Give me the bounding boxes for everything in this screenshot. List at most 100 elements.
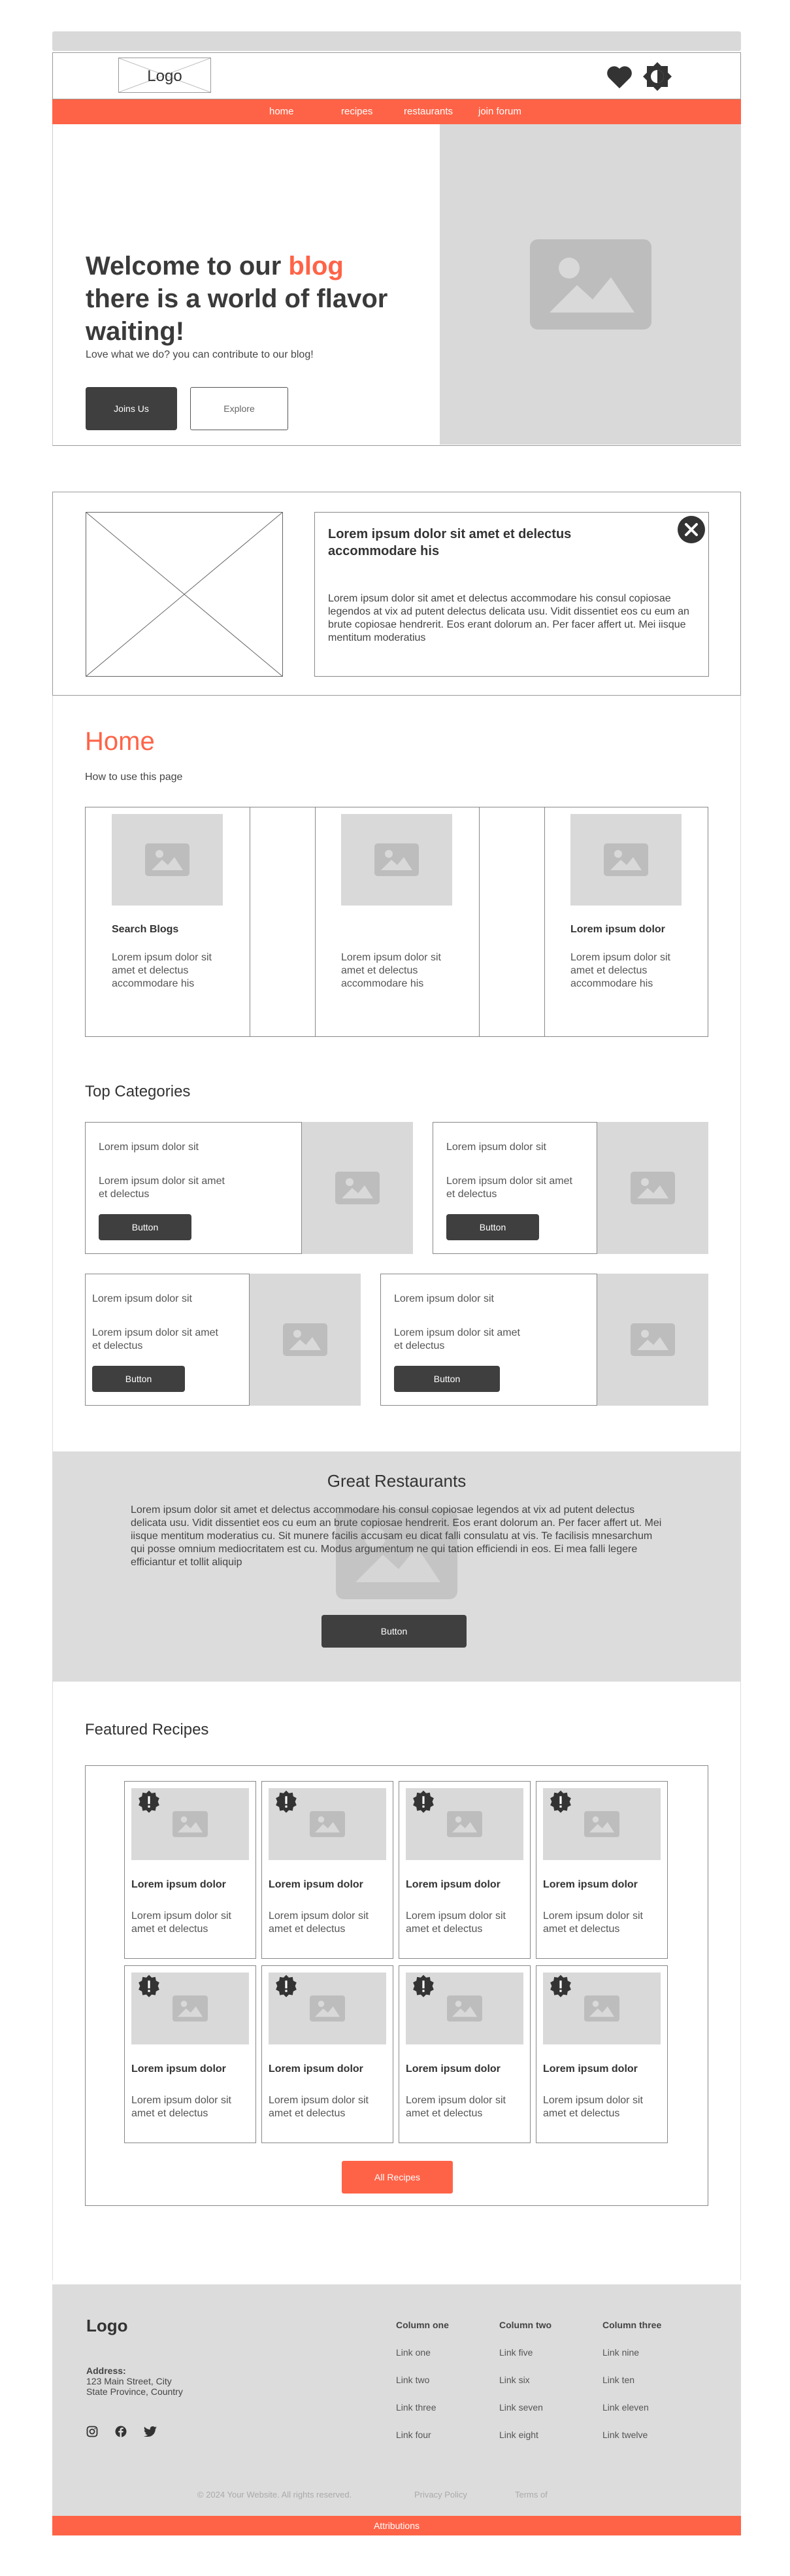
home-card[interactable]: Search Blogs Lorem ipsum dolor sit amet … xyxy=(86,807,250,1036)
attributions-link[interactable]: Attributions xyxy=(52,2516,741,2535)
category-card-title: Lorem ipsum dolor sit xyxy=(446,1142,546,1153)
nav-restaurants[interactable]: restaurants xyxy=(404,106,453,117)
nav-home[interactable]: home xyxy=(269,106,294,117)
category-button[interactable]: Button xyxy=(92,1366,185,1392)
notice-card: Lorem ipsum dolor sit amet et delectus a… xyxy=(314,512,709,677)
explore-button[interactable]: Explore xyxy=(190,387,288,430)
footer-link[interactable]: Link twelve xyxy=(602,2430,648,2440)
terms-link[interactable]: Terms of xyxy=(515,2490,548,2500)
notice-image-placeholder xyxy=(86,512,283,677)
recipe-card-text: Lorem ipsum dolor sit amet et delectus xyxy=(269,2095,369,2119)
category-card[interactable]: Lorem ipsum dolor sit Lorem ipsum dolor … xyxy=(380,1274,708,1406)
footer-link[interactable]: Link three xyxy=(396,2402,436,2413)
recipes-title: Featured Recipes xyxy=(85,1721,209,1738)
recipe-card-title: Lorem ipsum dolor xyxy=(543,1879,638,1890)
recipe-card-text: Lorem ipsum dolor sit amet et delectus xyxy=(406,1910,506,1935)
category-card-image xyxy=(250,1274,361,1406)
footer-link[interactable]: Link six xyxy=(499,2375,530,2385)
recipe-card[interactable]: Lorem ipsum dolor Lorem ipsum dolor sit … xyxy=(536,1781,668,1959)
heart-icon[interactable] xyxy=(604,63,634,90)
footer-link[interactable]: Link seven xyxy=(499,2402,543,2413)
footer-link[interactable]: Link ten xyxy=(602,2375,634,2385)
home-card-text: Lorem ipsum dolor sit amet et delectus a… xyxy=(112,952,212,989)
alert-badge-icon xyxy=(139,1974,159,1997)
footer-link[interactable]: Link five xyxy=(499,2347,533,2358)
recipe-card-text: Lorem ipsum dolor sit amet et delectus xyxy=(131,1910,231,1935)
category-button[interactable]: Button xyxy=(394,1366,500,1392)
footer-col-title: Column one xyxy=(396,2320,449,2330)
recipe-card-text: Lorem ipsum dolor sit amet et delectus xyxy=(543,2095,643,2119)
footer-link[interactable]: Link four xyxy=(396,2430,431,2440)
restaurants-title: Great Restaurants xyxy=(327,1471,467,1491)
category-card-body: Lorem ipsum dolor sit Lorem ipsum dolor … xyxy=(380,1274,597,1406)
brightness-icon[interactable] xyxy=(641,61,674,92)
facebook-icon[interactable] xyxy=(115,2426,127,2437)
image-placeholder-icon xyxy=(335,1172,380,1204)
footer-link[interactable]: Link eight xyxy=(499,2430,538,2440)
close-icon[interactable] xyxy=(677,515,706,544)
image-placeholder-icon xyxy=(283,1323,327,1356)
alert-badge-icon xyxy=(139,1790,159,1813)
logo[interactable]: Logo xyxy=(118,58,211,93)
recipe-card-title: Lorem ipsum dolor xyxy=(131,2063,226,2075)
footer-col-title: Column two xyxy=(499,2320,552,2330)
footer-link[interactable]: Link eleven xyxy=(602,2402,649,2413)
home-card-image xyxy=(570,814,682,906)
recipe-card[interactable]: Lorem ipsum dolor Lorem ipsum dolor sit … xyxy=(536,1965,668,2143)
recipe-card[interactable]: Lorem ipsum dolor Lorem ipsum dolor sit … xyxy=(261,1965,393,2143)
recipe-card-text: Lorem ipsum dolor sit amet et delectus xyxy=(269,1910,369,1935)
alert-badge-icon xyxy=(413,1974,434,1997)
instagram-icon[interactable] xyxy=(86,2426,98,2437)
category-card[interactable]: Lorem ipsum dolor sit Lorem ipsum dolor … xyxy=(85,1122,413,1254)
recipe-card-title: Lorem ipsum dolor xyxy=(131,1879,226,1890)
privacy-link[interactable]: Privacy Policy xyxy=(414,2490,467,2500)
category-button[interactable]: Button xyxy=(446,1214,539,1240)
footer-link[interactable]: Link nine xyxy=(602,2347,639,2358)
join-us-button[interactable]: Joins Us xyxy=(86,387,177,430)
all-recipes-button[interactable]: All Recipes xyxy=(342,2161,453,2194)
image-placeholder-icon xyxy=(447,1995,482,2022)
hero-section: Welcome to our blog there is a world of … xyxy=(52,124,741,446)
twitter-icon[interactable] xyxy=(144,2426,157,2437)
hero-subtitle: Love what we do? you can contribute to o… xyxy=(86,349,314,360)
logo-text: Logo xyxy=(147,67,182,85)
nav-recipes[interactable]: recipes xyxy=(341,106,372,117)
category-card-body: Lorem ipsum dolor sit Lorem ipsum dolor … xyxy=(433,1122,597,1254)
categories-title: Top Categories xyxy=(85,1083,191,1100)
category-card-text: Lorem ipsum dolor sit amet et delectus xyxy=(446,1176,572,1200)
recipe-card[interactable]: Lorem ipsum dolor Lorem ipsum dolor sit … xyxy=(124,1781,256,1959)
hero-title-accent: blog xyxy=(288,252,344,280)
alert-badge-icon xyxy=(276,1790,297,1813)
hero-title-part1: Welcome to our xyxy=(86,252,289,280)
home-card-text: Lorem ipsum dolor sit amet et delectus a… xyxy=(570,952,670,989)
alert-badge-icon xyxy=(550,1974,571,1997)
home-card-text: Lorem ipsum dolor sit amet et delectus a… xyxy=(341,952,441,989)
recipe-card[interactable]: Lorem ipsum dolor Lorem ipsum dolor sit … xyxy=(399,1965,531,2143)
hero-title-part2: there is a world of flavor waiting! xyxy=(86,284,388,346)
header: Logo xyxy=(52,52,741,99)
top-bar xyxy=(52,31,741,51)
restaurants-text: Lorem ipsum dolor sit amet et delectus a… xyxy=(131,1504,662,1568)
recipe-card-text: Lorem ipsum dolor sit amet et delectus xyxy=(406,2095,506,2119)
recipe-card[interactable]: Lorem ipsum dolor Lorem ipsum dolor sit … xyxy=(261,1781,393,1959)
alert-badge-icon xyxy=(550,1790,571,1813)
image-placeholder-icon xyxy=(310,1995,345,2022)
alert-badge-icon xyxy=(276,1974,297,1997)
footer-link[interactable]: Link two xyxy=(396,2375,429,2385)
footer-link[interactable]: Link one xyxy=(396,2347,431,2358)
image-placeholder-icon xyxy=(310,1811,345,1837)
category-card-title: Lorem ipsum dolor sit xyxy=(92,1293,192,1304)
footer-logo[interactable]: Logo xyxy=(86,2316,128,2336)
restaurants-button[interactable]: Button xyxy=(321,1615,467,1648)
home-card[interactable]: Lorem ipsum dolor sit amet et delectus a… xyxy=(315,807,479,1036)
category-card[interactable]: Lorem ipsum dolor sit Lorem ipsum dolor … xyxy=(85,1274,361,1406)
recipe-card[interactable]: Lorem ipsum dolor Lorem ipsum dolor sit … xyxy=(399,1781,531,1959)
recipe-card[interactable]: Lorem ipsum dolor Lorem ipsum dolor sit … xyxy=(124,1965,256,2143)
category-card[interactable]: Lorem ipsum dolor sit Lorem ipsum dolor … xyxy=(433,1122,708,1254)
category-card-image xyxy=(597,1274,708,1406)
home-card[interactable]: Lorem ipsum dolor Lorem ipsum dolor sit … xyxy=(544,807,708,1036)
image-placeholder-icon xyxy=(529,239,651,330)
nav-join-forum[interactable]: join forum xyxy=(478,106,521,117)
category-button[interactable]: Button xyxy=(99,1214,191,1240)
image-placeholder-icon xyxy=(145,843,189,876)
